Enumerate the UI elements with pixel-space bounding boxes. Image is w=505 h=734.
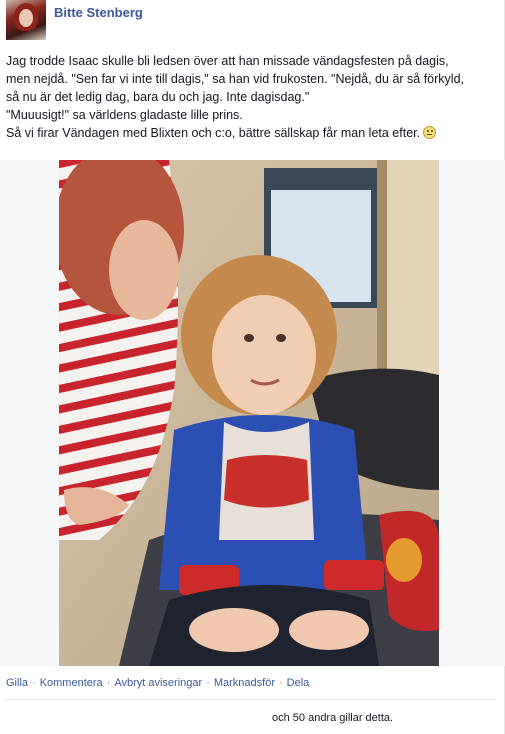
divider [6, 699, 496, 700]
likes-summary[interactable]: och 50 andra gillar detta. [272, 712, 393, 724]
author-avatar[interactable] [6, 0, 46, 40]
smiley-icon [423, 126, 437, 139]
like-link[interactable]: Gilla [6, 677, 28, 689]
post-text-line: så nu är det ledig dag, bara du och jag.… [6, 90, 310, 104]
post-photo[interactable] [59, 160, 439, 666]
comment-link[interactable]: Kommentera [40, 677, 103, 689]
action-separator: · [206, 677, 210, 689]
photo-image [59, 160, 439, 666]
post-text-line: men nejdå. "Sen far vi inte till dagis,"… [6, 72, 464, 86]
post-text: Jag trodde Isaac skulle bli ledsen över … [6, 52, 496, 142]
action-separator: · [32, 677, 36, 689]
post-text-line: "Muuusigt!" sa världens gladaste lille p… [6, 108, 243, 122]
feed-post: Bitte Stenberg Jag trodde Isaac skulle b… [0, 0, 505, 734]
post-text-line: Så vi firar Vändagen med Blixten och c:o… [6, 126, 421, 140]
unfollow-notifications-link[interactable]: Avbryt aviseringar [114, 677, 202, 689]
photo-container [0, 160, 505, 666]
author-name[interactable]: Bitte Stenberg [54, 5, 143, 20]
share-link[interactable]: Dela [287, 677, 310, 689]
action-separator: · [106, 677, 111, 689]
action-separator: · [279, 677, 283, 689]
post-text-line-last: Så vi firar Vändagen med Blixten och c:o… [6, 124, 496, 142]
post-text-line: Jag trodde Isaac skulle bli ledsen över … [6, 54, 449, 68]
promote-link[interactable]: Marknadsför [214, 677, 275, 689]
post-actions: Gilla · Kommentera · Avbryt aviseringar · Mark… [6, 677, 309, 689]
